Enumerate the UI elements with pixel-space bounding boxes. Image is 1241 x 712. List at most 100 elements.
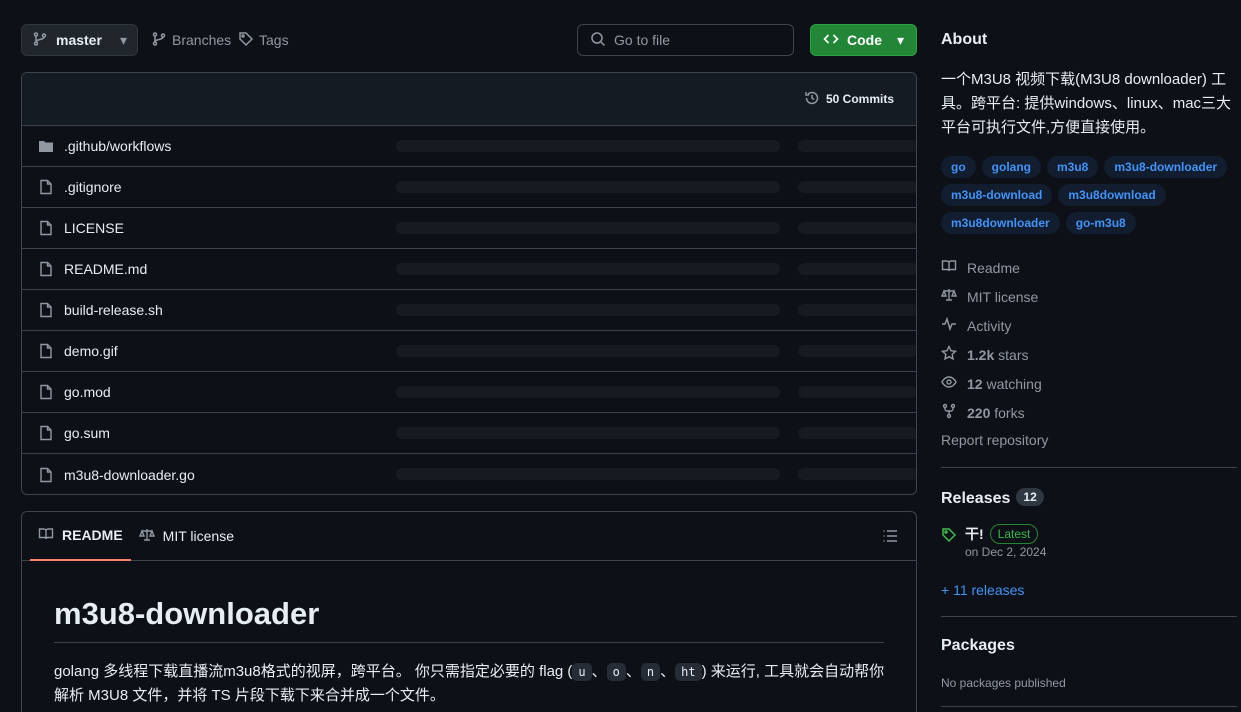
commit-date-placeholder <box>798 468 916 480</box>
commit-date-placeholder <box>798 140 916 152</box>
topic-tag[interactable]: m3u8-downloader <box>1104 156 1228 178</box>
folder-icon <box>38 138 54 154</box>
report-repository-link[interactable]: Report repository <box>941 432 1048 448</box>
code-button[interactable]: Code ▾ <box>810 24 917 56</box>
file-name-link[interactable]: go.mod <box>64 384 394 400</box>
tab-readme[interactable]: README <box>30 512 131 561</box>
tags-label: Tags <box>259 32 289 48</box>
file-name-link[interactable]: .gitignore <box>64 179 394 195</box>
commit-date-placeholder <box>798 304 916 316</box>
watching-count: 12 <box>967 375 983 392</box>
commit-message-placeholder <box>396 222 780 234</box>
packages-empty-text: No packages published <box>941 676 1066 690</box>
branch-name: master <box>56 32 102 48</box>
file-row[interactable]: .github/workflows <box>22 126 916 167</box>
latest-release[interactable]: 干! Latest on Dec 2, 2024 <box>941 524 1046 559</box>
readme-panel: README MIT license m3u8-downloader golan… <box>21 511 917 712</box>
topic-tag[interactable]: go <box>941 156 976 178</box>
file-rows: .github/workflows .gitignore LICENSE README… <box>22 126 916 494</box>
commit-message-placeholder <box>396 181 780 193</box>
commit-date-placeholder <box>798 222 916 234</box>
topic-tag[interactable]: m3u8download <box>1058 184 1166 206</box>
stars-link[interactable]: 1.2k stars <box>940 344 1028 364</box>
more-releases-link[interactable]: + 11 releases <box>941 582 1024 598</box>
tab-license[interactable]: MIT license <box>131 512 242 561</box>
release-date: on Dec 2, 2024 <box>965 545 1047 559</box>
sidebar-divider <box>941 467 1237 468</box>
packages-heading[interactable]: Packages <box>941 637 1015 655</box>
releases-heading[interactable]: Releases 12 <box>941 488 1044 508</box>
file-icon <box>38 467 54 483</box>
stars-count: 1.2k <box>967 346 995 363</box>
tag-icon <box>238 31 254 50</box>
license-link[interactable]: MIT license <box>940 287 1039 306</box>
topic-list: go golang m3u8 m3u8-downloader m3u8-download… <box>941 156 1237 234</box>
list-unordered-icon[interactable] <box>882 528 898 544</box>
git-branch-icon <box>32 31 48 50</box>
file-row[interactable]: LICENSE <box>22 208 916 249</box>
watching-label: watching <box>986 375 1042 392</box>
topic-tag[interactable]: golang <box>981 156 1041 178</box>
activity-link[interactable]: Activity <box>941 316 1011 335</box>
file-name-link[interactable]: m3u8-downloader.go <box>64 467 394 483</box>
file-name-link[interactable]: .github/workflows <box>64 138 394 154</box>
tab-readme-label: README <box>62 527 123 543</box>
file-row[interactable]: go.sum <box>22 413 916 454</box>
commit-date-placeholder <box>798 181 916 193</box>
releases-title: Releases <box>941 490 1011 507</box>
release-name[interactable]: 干! <box>965 524 984 544</box>
star-icon <box>940 344 958 364</box>
branch-selector-button[interactable]: master ▾ <box>21 24 138 56</box>
flag-u: u <box>572 663 592 681</box>
watching-link[interactable]: 12 watching <box>941 374 1042 393</box>
law-icon <box>940 287 958 306</box>
file-name-link[interactable]: build-release.sh <box>64 302 394 318</box>
topic-tag[interactable]: m3u8-download <box>941 184 1053 206</box>
about-description: 一个M3U8 视频下载(M3U8 downloader) 工具。跨平台: 提供w… <box>941 71 1232 136</box>
code-icon <box>823 31 839 50</box>
file-name-link[interactable]: go.sum <box>64 425 394 441</box>
eye-icon <box>941 374 957 393</box>
license-link-label: MIT license <box>967 288 1039 305</box>
commit-message-placeholder <box>396 468 780 480</box>
readme-text-part1: golang 多线程下载直播流m3u8格式的视屏，跨平台。 你只需指定必要的 f… <box>54 663 573 680</box>
flag-ht: ht <box>675 663 702 681</box>
history-icon <box>804 90 820 109</box>
file-name-link[interactable]: LICENSE <box>64 220 394 236</box>
repo-forked-icon <box>941 403 957 422</box>
readme-paragraph: golang 多线程下载直播流m3u8格式的视屏，跨平台。 你只需指定必要的 f… <box>54 660 894 708</box>
go-to-file-input[interactable] <box>614 32 774 48</box>
commit-message-placeholder <box>396 386 780 398</box>
commit-message-placeholder <box>396 304 780 316</box>
go-to-file-search[interactable] <box>577 24 794 56</box>
topic-tag[interactable]: m3u8 <box>1047 156 1099 178</box>
report-repository-label: Report repository <box>941 432 1049 448</box>
file-row[interactable]: m3u8-downloader.go <box>22 454 916 494</box>
commit-date-placeholder <box>798 345 916 357</box>
commit-message-placeholder <box>396 140 780 152</box>
file-row[interactable]: .gitignore <box>22 167 916 208</box>
file-row[interactable]: go.mod <box>22 372 916 413</box>
file-icon <box>38 384 54 400</box>
topic-tag[interactable]: m3u8downloader <box>941 212 1060 234</box>
commit-date-placeholder <box>798 427 916 439</box>
branches-link[interactable]: Branches <box>151 24 231 56</box>
file-row[interactable]: build-release.sh <box>22 290 916 331</box>
file-row[interactable]: README.md <box>22 249 916 290</box>
topic-tag[interactable]: go-m3u8 <box>1065 212 1136 234</box>
forks-link[interactable]: 220 forks <box>941 403 1025 422</box>
file-list: 50 Commits .github/workflows .gitignore LI… <box>21 72 917 495</box>
file-name-link[interactable]: demo.gif <box>64 343 394 359</box>
commit-message-placeholder <box>396 345 780 357</box>
tab-license-label: MIT license <box>162 528 234 544</box>
tags-link[interactable]: Tags <box>238 24 289 56</box>
commit-message-placeholder <box>396 263 780 275</box>
forks-count: 220 <box>967 404 991 421</box>
commits-link[interactable]: 50 Commits <box>826 92 894 106</box>
branches-label: Branches <box>172 32 232 48</box>
flag-o: o <box>606 663 626 681</box>
readme-link[interactable]: Readme <box>941 258 1020 277</box>
file-row[interactable]: demo.gif <box>22 331 916 372</box>
file-name-link[interactable]: README.md <box>64 261 394 277</box>
repo-page: master ▾ Branches Tags Go to file Code ▾… <box>0 0 1241 712</box>
